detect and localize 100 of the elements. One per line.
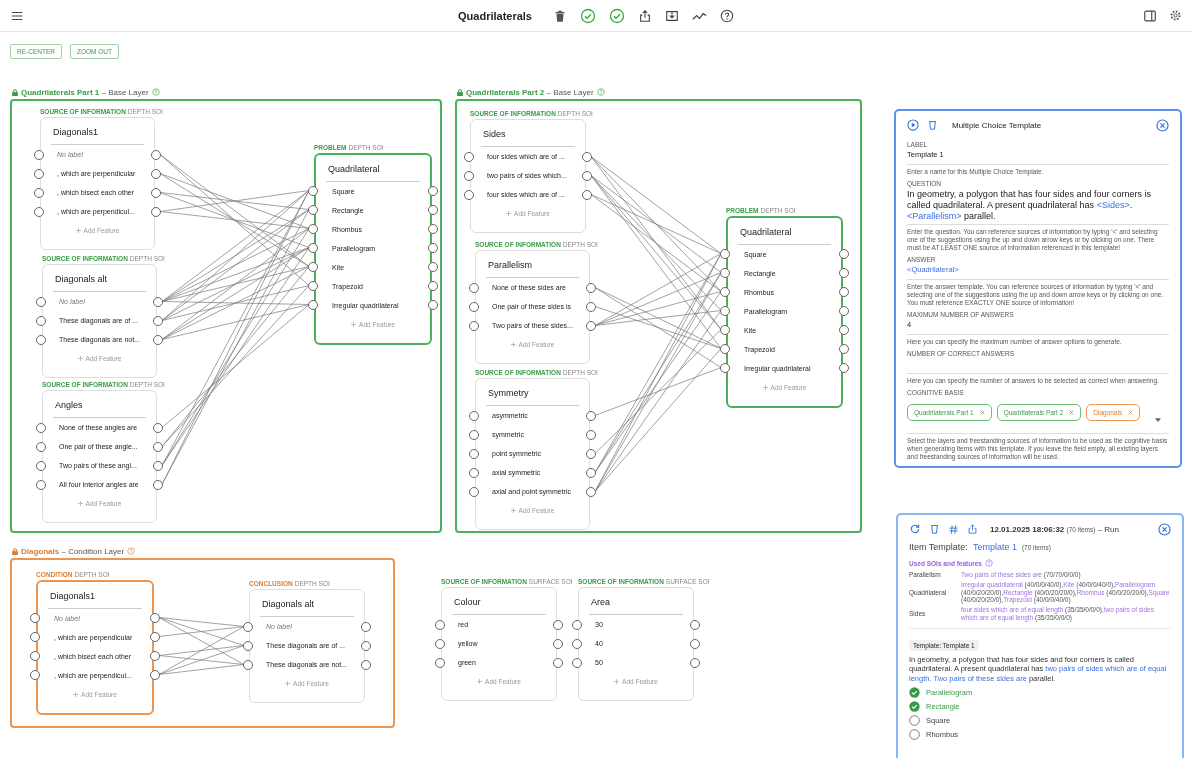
connector-port[interactable]: [586, 282, 596, 293]
connector-port[interactable]: [586, 486, 596, 497]
connector-port[interactable]: [30, 669, 40, 680]
connector-port[interactable]: [153, 334, 163, 345]
connector-port[interactable]: [308, 280, 318, 291]
connector-port[interactable]: [36, 441, 46, 452]
connector-port[interactable]: [469, 448, 479, 459]
connector-port[interactable]: [720, 362, 730, 373]
connector-port[interactable]: [150, 612, 160, 623]
trash-icon[interactable]: [927, 119, 938, 131]
input-field[interactable]: In geometry, a polygon that has four sides and four corners is called quadrilateral. A present quadrilateral has <Sides>. <Parallelism> parallel.: [907, 186, 1169, 226]
connector-port[interactable]: [720, 248, 730, 259]
close-icon[interactable]: [1156, 118, 1169, 132]
connector-port[interactable]: [243, 621, 253, 632]
connector-port[interactable]: [469, 429, 479, 440]
connector-port[interactable]: [839, 248, 849, 259]
connector-port[interactable]: [153, 422, 163, 433]
refresh-icon[interactable]: [909, 523, 921, 535]
connector-port[interactable]: [690, 638, 700, 649]
connector-port[interactable]: [720, 343, 730, 354]
connector-port[interactable]: [572, 657, 582, 668]
connector-port[interactable]: [839, 267, 849, 278]
connector-port[interactable]: [428, 185, 438, 196]
connector-port[interactable]: [586, 429, 596, 440]
connector-port[interactable]: [361, 659, 371, 670]
sidebar-icon[interactable]: [1143, 8, 1157, 23]
check-circle-icon[interactable]: [580, 7, 596, 24]
connector-port[interactable]: [30, 650, 40, 661]
connector-port[interactable]: [34, 149, 44, 160]
connector-port[interactable]: [469, 282, 479, 293]
connector-port[interactable]: [151, 206, 161, 217]
connector-port[interactable]: [720, 324, 730, 335]
connector-port[interactable]: [839, 324, 849, 335]
connector-port[interactable]: [720, 267, 730, 278]
connector-port[interactable]: [586, 467, 596, 478]
connector-port[interactable]: [153, 296, 163, 307]
connector-port[interactable]: [36, 334, 46, 345]
connector-port[interactable]: [428, 204, 438, 215]
connector-port[interactable]: [308, 299, 318, 310]
connector-port[interactable]: [839, 305, 849, 316]
connector-port[interactable]: [243, 640, 253, 651]
connector-port[interactable]: [582, 151, 592, 162]
connector-port[interactable]: [435, 638, 445, 649]
connector-port[interactable]: [586, 448, 596, 459]
connector-port[interactable]: [582, 189, 592, 200]
connector-port[interactable]: [428, 223, 438, 234]
connector-port[interactable]: [308, 204, 318, 215]
connector-port[interactable]: [153, 460, 163, 471]
connector-port[interactable]: [464, 189, 474, 200]
connector-port[interactable]: [308, 185, 318, 196]
connector-port[interactable]: [243, 659, 253, 670]
close-icon[interactable]: [979, 409, 985, 415]
connector-port[interactable]: [36, 422, 46, 433]
connector-port[interactable]: [361, 640, 371, 651]
connector-port[interactable]: [553, 657, 563, 668]
connector-port[interactable]: [469, 320, 479, 331]
connector-port[interactable]: [839, 362, 849, 373]
caret-icon[interactable]: [1155, 417, 1161, 422]
connector-port[interactable]: [469, 486, 479, 497]
connector-port[interactable]: [720, 305, 730, 316]
template-link[interactable]: Template 1: [972, 542, 1017, 552]
upload-icon[interactable]: [638, 8, 652, 23]
hash-icon[interactable]: [948, 523, 959, 535]
connector-port[interactable]: [469, 301, 479, 312]
close-icon[interactable]: [1069, 409, 1075, 415]
connector-port[interactable]: [36, 315, 46, 326]
connector-port[interactable]: [153, 315, 163, 326]
connector-port[interactable]: [839, 343, 849, 354]
connector-port[interactable]: [469, 410, 479, 421]
connector-port[interactable]: [464, 170, 474, 181]
trash-icon[interactable]: [929, 523, 940, 535]
connector-port[interactable]: [151, 149, 161, 160]
connector-port[interactable]: [690, 657, 700, 668]
connector-port[interactable]: [308, 242, 318, 253]
play-icon[interactable]: [907, 119, 919, 131]
connector-port[interactable]: [34, 168, 44, 179]
connector-port[interactable]: [572, 638, 582, 649]
connector-port[interactable]: [34, 206, 44, 217]
connector-port[interactable]: [150, 669, 160, 680]
connector-port[interactable]: [572, 619, 582, 630]
settings-icon[interactable]: [1169, 9, 1182, 22]
connector-port[interactable]: [839, 286, 849, 297]
connector-port[interactable]: [36, 296, 46, 307]
connector-port[interactable]: [586, 410, 596, 421]
connector-port[interactable]: [428, 261, 438, 272]
connector-port[interactable]: [553, 638, 563, 649]
check-circle-icon[interactable]: [609, 7, 625, 24]
connector-port[interactable]: [469, 467, 479, 478]
connector-port[interactable]: [435, 619, 445, 630]
trash-icon[interactable]: [553, 8, 567, 23]
connector-port[interactable]: [586, 320, 596, 331]
connector-port[interactable]: [153, 479, 163, 490]
connector-port[interactable]: [428, 299, 438, 310]
help-icon[interactable]: [720, 8, 734, 23]
connector-port[interactable]: [428, 242, 438, 253]
connector-port[interactable]: [308, 223, 318, 234]
connector-port[interactable]: [428, 280, 438, 291]
close-icon[interactable]: [1158, 522, 1171, 536]
connector-port[interactable]: [151, 168, 161, 179]
download-icon[interactable]: [665, 8, 679, 23]
